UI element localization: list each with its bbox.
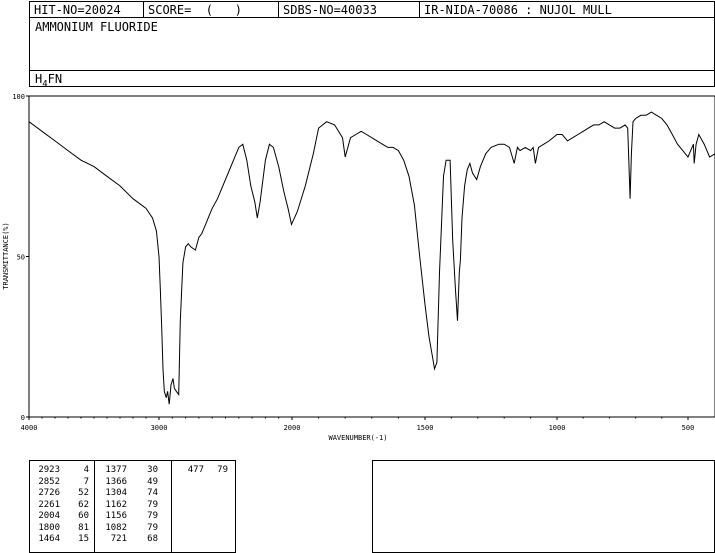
peak-table-cell: 2923 [38,465,60,475]
peak-table-cell: 79 [217,465,228,475]
peak-table-cell: 2004 [38,511,60,521]
x-tick-label: 1500 [417,424,434,432]
spectrum-line [28,111,715,405]
x-tick-label: 3000 [151,424,168,432]
x-tick-label: 2000 [284,424,301,432]
y-tick-label: 100 [12,93,25,101]
peak-table-cell: 81 [78,522,89,533]
x-axis-label: WAVENUMBER(-1) [328,434,387,442]
peak-table-cell: 477 [187,465,204,475]
peak-table-cell: 2852 [38,476,60,487]
peak-table-cell: 1304 [105,488,127,498]
peak-table-box: 2923 4 1377 30 477 79 2852 7 1366 49 2726 52 1304 74 2… [29,460,236,553]
peak-table-cell: 49 [147,476,158,487]
peak-table-cell: 79 [147,511,158,521]
peak-table-cell: 1464 [38,534,60,544]
peak-table-cell: 62 [78,499,89,510]
x-tick-label: 4000 [21,424,38,432]
peak-table-cell: 15 [78,534,89,544]
peak-table-cell: 7 [83,476,89,487]
peak-table-cell: 1082 [105,522,127,533]
peak-table-cell: 721 [110,534,127,544]
peak-table-cell: 79 [147,499,158,510]
peak-table-cell: 74 [147,488,158,498]
peak-table-cell: 52 [78,488,89,498]
y-tick-label: 0 [21,414,25,422]
peak-table-cell: 1800 [38,522,60,533]
peak-table-cell: 1156 [105,511,127,521]
peak-table-cell: 60 [78,511,89,521]
y-axis-label: TRANSMITTANCE(%) [2,222,10,289]
peak-table-cell: 1366 [105,476,127,487]
x-tick-label: 500 [682,424,695,432]
peak-table-cell: 2261 [38,499,60,510]
peak-table-cell: 79 [147,522,158,533]
ir-spectrum-chart: 0 50 100 4000 3000 2000 1500 1000 500 TRANSMITT… [2,93,715,442]
peak-table-cell: 68 [147,534,158,544]
peak-table-cell: 4 [83,465,89,475]
peak-table-cell: 30 [147,465,158,475]
peak-table-cell: 1377 [105,465,127,475]
plot-frame [28,95,715,418]
x-tick-label: 1000 [549,424,566,432]
y-tick-label: 50 [17,254,25,262]
peak-table-cell: 2726 [38,488,60,498]
notes-box [372,460,715,553]
peak-table-cell: 1162 [105,499,127,510]
